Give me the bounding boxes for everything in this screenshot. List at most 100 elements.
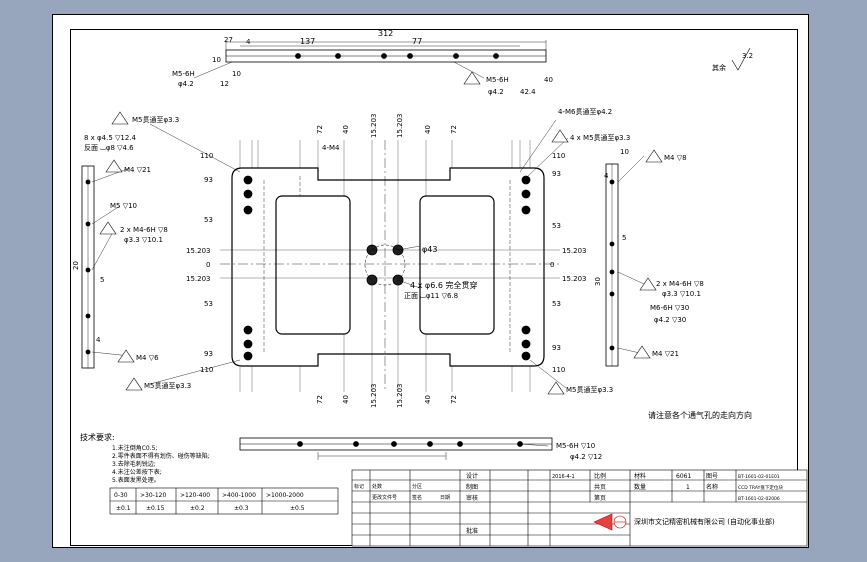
dim-312: 312 bbox=[378, 29, 393, 38]
dim-15203-bot-r: 15.203 bbox=[396, 384, 404, 409]
rev-col-5: 日期 bbox=[440, 495, 450, 501]
dim-15203-right-top: 15.203 bbox=[562, 247, 587, 255]
dim-53-tr: 53 bbox=[552, 222, 561, 230]
dim-40-bot-l: 40 bbox=[342, 395, 350, 404]
rev-col-2: 分区 bbox=[412, 483, 422, 490]
dim-10: 10 bbox=[212, 56, 221, 64]
dim-15203-top-l: 15.203 bbox=[370, 114, 378, 139]
tol-value-4: ±0.5 bbox=[290, 505, 305, 512]
callout-hole-45: 8 x φ4.5 ▽12.4 bbox=[84, 134, 137, 142]
dim-15203-right-bottom: 15.203 bbox=[562, 275, 587, 283]
tol-value-2: ±0.2 bbox=[190, 505, 205, 512]
tol-value-3: ±0.3 bbox=[234, 505, 249, 512]
quantity-label: 数量 bbox=[634, 483, 646, 491]
tol-range-1: >30-120 bbox=[140, 492, 166, 499]
scale-label: 比例 bbox=[594, 472, 606, 480]
top-right-drill: φ4.2 bbox=[488, 88, 504, 96]
note-title: 技术要求: bbox=[80, 432, 115, 442]
dim-93-br: 93 bbox=[552, 344, 561, 352]
roughness-value: 3.2 bbox=[742, 52, 753, 60]
dim-5-left: 5 bbox=[100, 276, 104, 284]
dim-77: 77 bbox=[412, 37, 422, 46]
dim-110-bl: 110 bbox=[200, 366, 213, 374]
callout-four-m5: 4 x M5贯通至φ3.3 bbox=[570, 133, 630, 142]
callout-m4-bottom: 4-M4 bbox=[322, 144, 340, 152]
cad-drawing: 3.2 其余 312 137 77 4 27 10 M5-6H 10 φ4.2 … bbox=[72, 29, 808, 547]
callout-m5-10: M5 ▽10 bbox=[110, 202, 137, 210]
tol-value-1: ±0.15 bbox=[146, 505, 165, 512]
dim-40-top-r: 40 bbox=[424, 125, 432, 134]
dim-40-top-l: 40 bbox=[342, 125, 350, 134]
tol-range-4: >1000-2000 bbox=[266, 492, 304, 499]
date: 2016-4-1 bbox=[552, 474, 575, 480]
bottom-drill: φ4.2 ▽12 bbox=[570, 453, 602, 461]
top-side-view bbox=[225, 40, 547, 63]
part-name: CCD TRAY盘下定位块 bbox=[738, 484, 783, 491]
rev-col-3: 更改文件号 bbox=[372, 494, 397, 501]
dim-15203-bot-l: 15.203 bbox=[370, 384, 378, 409]
callout-m4-r: M4 ▽21 bbox=[652, 350, 679, 358]
rev-col-4: 签名 bbox=[412, 494, 422, 501]
top-left-drill: φ4.2 bbox=[178, 80, 194, 88]
dim-0-left: 0 bbox=[206, 261, 210, 269]
title-block bbox=[351, 469, 808, 547]
tol-range-3: >400-1000 bbox=[222, 492, 256, 499]
callout-m4-8: M4 ▽8 bbox=[664, 154, 687, 162]
note-4: 4.未注公差按下表; bbox=[112, 468, 162, 476]
callout-r-drill: φ3.3 ▽10.1 bbox=[662, 290, 701, 298]
quantity-value: 1 bbox=[686, 484, 690, 491]
callout-m5-33: M5贯通至φ3.3 bbox=[144, 381, 191, 390]
checker-label: 审核 bbox=[466, 494, 478, 502]
top-left-depth: 10 bbox=[232, 70, 241, 78]
callout-m5-bottom-right: M5贯通至φ3.3 bbox=[566, 385, 613, 394]
dim-15203-left-bottom: 15.203 bbox=[186, 275, 211, 283]
dim-10-right: 10 bbox=[620, 148, 629, 156]
callout-m4-6h: 2 x M4-6H ▽8 bbox=[120, 226, 168, 234]
note-5: 5.表面发黑处理。 bbox=[112, 476, 160, 484]
dim-110-tr: 110 bbox=[552, 152, 565, 160]
sheet-label-2: 第页 bbox=[594, 494, 606, 502]
callout-drill-33: φ3.3 ▽10.1 bbox=[124, 236, 163, 244]
drawing-no: BT-1601-02-01E01 bbox=[738, 474, 780, 480]
designer-label: 设计 bbox=[466, 472, 478, 480]
tol-range-2: >120-400 bbox=[180, 492, 210, 499]
note-1: 1.未注倒角C0.5; bbox=[112, 444, 157, 452]
callout-m6-drill: φ4.2 ▽30 bbox=[654, 316, 686, 324]
drawer-label: 制图 bbox=[466, 483, 478, 491]
top-right-depth: 40 bbox=[544, 76, 553, 84]
rev-col-0: 标记 bbox=[354, 483, 364, 490]
tol-value-0: ±0.1 bbox=[116, 505, 131, 512]
dim-15203-left-top: 15.203 bbox=[186, 247, 211, 255]
dim-27: 27 bbox=[224, 36, 233, 44]
assembly-no: BT-1601-02-02006 bbox=[738, 496, 780, 502]
dim-0-right: 0 bbox=[550, 261, 554, 269]
dim-5-right: 5 bbox=[622, 234, 626, 242]
top-right-thread: M5-6H bbox=[486, 76, 509, 84]
drawing-no-label: 图号 bbox=[706, 473, 718, 480]
dim-72-top-l: 72 bbox=[316, 125, 324, 134]
dim-53-br: 53 bbox=[552, 300, 561, 308]
callout-m5-through: M5贯通至φ3.3 bbox=[132, 115, 179, 124]
dim-30-right: 30 bbox=[594, 277, 602, 286]
note-air-channel: 请注意各个通气孔的走向方向 bbox=[648, 410, 752, 420]
callout-m4-21: M4 ▽21 bbox=[124, 166, 151, 174]
dim-4-right: 4 bbox=[604, 172, 609, 180]
dim-137: 137 bbox=[300, 37, 315, 46]
dim-4: 4 bbox=[246, 38, 251, 46]
bottom-side-view bbox=[239, 437, 553, 460]
top-right-drill-depth: 42.4 bbox=[520, 88, 536, 96]
left-side-view bbox=[81, 165, 95, 369]
dim-53-tl: 53 bbox=[204, 216, 213, 224]
dim-15203-top-r: 15.203 bbox=[396, 114, 404, 139]
dim-40-bot-r: 40 bbox=[424, 395, 432, 404]
dim-4-left: 4 bbox=[96, 336, 101, 344]
note-3: 3.去除毛刺锐边; bbox=[112, 460, 156, 468]
dim-72-bot-l: 72 bbox=[316, 395, 324, 404]
callout-m4-6: M4 ▽6 bbox=[136, 354, 159, 362]
sheet-label: 共页 bbox=[594, 483, 606, 491]
material-label: 材料 bbox=[634, 472, 646, 480]
main-plan-view bbox=[220, 140, 560, 390]
callout-hole11: 正面 ⌴φ11 ▽6.8 bbox=[404, 292, 458, 300]
material-value: 6061 bbox=[676, 473, 691, 480]
callout-m6-through: 4-M6贯通至φ4.2 bbox=[558, 107, 612, 116]
